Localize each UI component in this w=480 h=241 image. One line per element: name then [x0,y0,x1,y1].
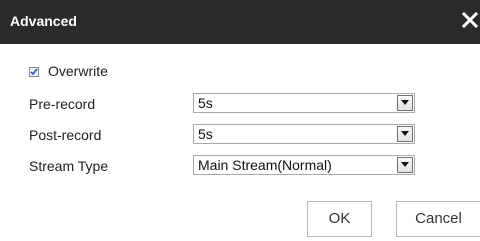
chevron-down-icon[interactable] [397,157,413,173]
post-record-select[interactable]: 5s [193,124,415,144]
overwrite-label: Overwrite [48,63,108,79]
chevron-down-icon[interactable] [397,95,413,111]
stream-type-label: Stream Type [29,158,109,174]
post-record-row: Post-record 5s [0,124,480,146]
advanced-dialog: Advanced Overwrite Pre-record 5s Post-re… [0,0,480,241]
chevron-down-icon[interactable] [397,126,413,142]
checkmark-icon [30,68,38,76]
pre-record-value: 5s [198,95,213,111]
overwrite-row: Overwrite [0,62,480,84]
ok-button[interactable]: OK [307,201,372,237]
stream-type-select[interactable]: Main Stream(Normal) [193,155,415,175]
dialog-titlebar: Advanced [0,0,480,44]
cancel-button[interactable]: Cancel [396,201,480,237]
close-icon[interactable] [460,10,480,30]
post-record-label: Post-record [29,127,102,143]
pre-record-row: Pre-record 5s [0,93,480,115]
pre-record-select[interactable]: 5s [193,93,415,113]
pre-record-label: Pre-record [29,96,96,112]
post-record-value: 5s [198,126,213,142]
stream-type-value: Main Stream(Normal) [198,157,332,173]
overwrite-checkbox[interactable] [29,67,39,77]
dialog-title: Advanced [10,13,77,29]
stream-type-row: Stream Type Main Stream(Normal) [0,155,480,177]
